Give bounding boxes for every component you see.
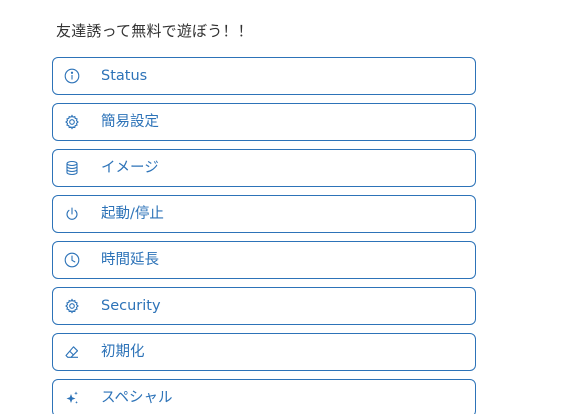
clock-icon: [64, 252, 80, 268]
eraser-icon: [64, 344, 80, 360]
menu-item-image[interactable]: イメージ: [52, 149, 476, 187]
menu-item-label: 初期化: [101, 344, 145, 360]
menu-item-label: イメージ: [101, 160, 159, 176]
menu-item-label: スペシャル: [101, 390, 173, 406]
menu-item-label: 起動/停止: [101, 206, 164, 222]
gear-icon: [64, 114, 80, 130]
page: 友達誘って無料で遊ぼう！！ Status 簡易設定 イメージ 起動/停止 時間延…: [0, 0, 568, 414]
info-icon: [64, 68, 80, 84]
menu-item-label: Status: [101, 68, 148, 84]
gear-icon: [64, 298, 80, 314]
menu-item-reset[interactable]: 初期化: [52, 333, 476, 371]
menu-item-start-stop[interactable]: 起動/停止: [52, 195, 476, 233]
menu-item-special[interactable]: スペシャル: [52, 379, 476, 414]
menu-item-label: Security: [101, 298, 161, 314]
menu-item-extend-time[interactable]: 時間延長: [52, 241, 476, 279]
menu-item-security[interactable]: Security: [52, 287, 476, 325]
database-icon: [64, 160, 80, 176]
menu-item-label: 簡易設定: [101, 114, 159, 130]
menu-item-quick-settings[interactable]: 簡易設定: [52, 103, 476, 141]
menu-item-label: 時間延長: [101, 252, 159, 268]
menu-list: Status 簡易設定 イメージ 起動/停止 時間延長 Security 初期化…: [52, 57, 476, 414]
menu-item-status[interactable]: Status: [52, 57, 476, 95]
sparkles-icon: [64, 390, 80, 406]
page-heading: 友達誘って無料で遊ぼう！！: [56, 22, 253, 40]
power-icon: [64, 206, 80, 222]
